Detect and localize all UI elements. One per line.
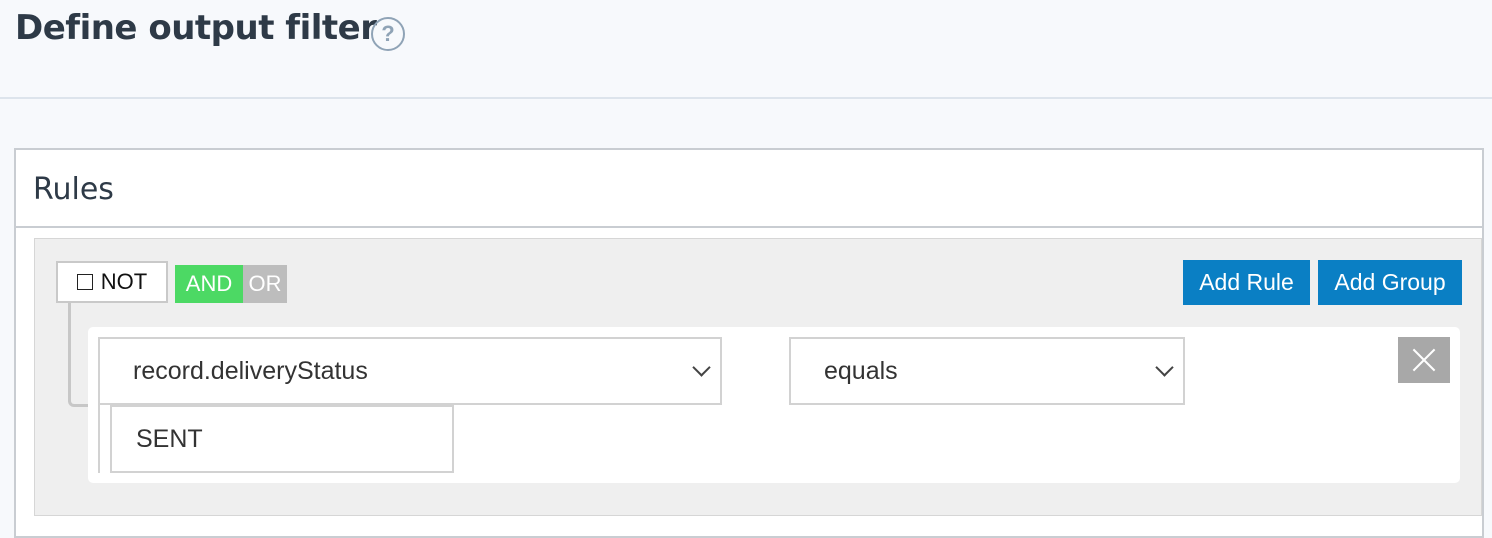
field-select[interactable]: record.deliveryStatus (98, 337, 722, 405)
value-input[interactable] (110, 405, 454, 473)
delete-rule-button[interactable] (1398, 337, 1450, 383)
value-input-bracket (98, 405, 110, 473)
page-title: Define output filter (15, 8, 377, 48)
rules-panel-title: Rules (33, 172, 114, 207)
rule-row: record.deliveryStatus equals (88, 327, 1460, 483)
operator-select-value: equals (824, 356, 898, 385)
and-button[interactable]: AND (175, 265, 243, 303)
add-group-button[interactable]: Add Group (1318, 260, 1462, 305)
add-rule-button[interactable]: Add Rule (1183, 260, 1310, 305)
not-toggle-button[interactable]: NOT (56, 261, 168, 303)
not-toggle-label: NOT (100, 269, 148, 294)
help-icon[interactable]: ? (371, 17, 405, 51)
or-button[interactable]: OR (243, 265, 287, 303)
page-header: Define output filter ? (0, 0, 1492, 99)
rule-group: NOT AND OR Add Rule Add Group record.del… (34, 238, 1482, 516)
group-connector-line (68, 303, 90, 407)
chevron-down-icon (1155, 358, 1174, 377)
rules-panel-header: Rules (16, 150, 1482, 228)
chevron-down-icon (692, 358, 711, 377)
rules-panel: Rules NOT AND OR Add Rule Add Group reco… (14, 148, 1484, 538)
operator-select[interactable]: equals (789, 337, 1185, 405)
field-select-value: record.deliveryStatus (133, 356, 368, 385)
checkbox-icon[interactable] (76, 274, 93, 290)
